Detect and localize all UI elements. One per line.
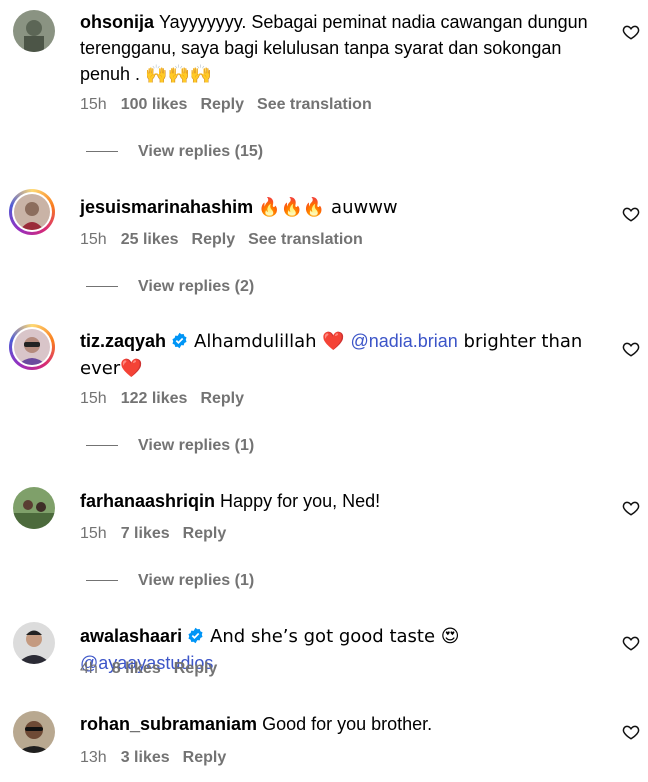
see-translation-button[interactable]: See translation — [248, 231, 363, 248]
likes-count[interactable]: 8 likes — [112, 660, 161, 677]
heart-icon[interactable] — [622, 723, 640, 741]
username[interactable]: awalashaari — [80, 626, 182, 646]
reply-button[interactable]: Reply — [183, 525, 227, 542]
verified-badge-icon — [172, 332, 187, 349]
comment-meta: 13h 3 likes Reply — [80, 749, 239, 767]
username[interactable]: rohan_subramaniam — [80, 714, 257, 734]
reply-button[interactable]: Reply — [200, 96, 244, 113]
view-replies-button[interactable]: View replies (1) — [86, 572, 254, 590]
heart-icon[interactable] — [622, 634, 640, 652]
avatar[interactable] — [13, 487, 55, 529]
avatar[interactable] — [13, 622, 55, 664]
likes-count[interactable]: 3 likes — [121, 749, 170, 766]
mention-link[interactable]: @nadia.brian — [350, 331, 457, 351]
heart-icon[interactable] — [622, 499, 640, 517]
reply-button[interactable]: Reply — [174, 660, 218, 677]
divider — [86, 445, 118, 447]
divider — [86, 580, 118, 582]
likes-count[interactable]: 7 likes — [121, 525, 170, 542]
avatar — [14, 194, 50, 230]
timestamp[interactable]: 15h — [80, 231, 107, 248]
likes-count[interactable]: 122 likes — [121, 390, 188, 407]
view-replies-label: View replies (15) — [138, 143, 264, 160]
reply-button[interactable]: Reply — [200, 390, 244, 407]
timestamp[interactable]: 15h — [80, 390, 107, 407]
avatar — [14, 329, 50, 365]
likes-count[interactable]: 100 likes — [121, 96, 188, 113]
view-replies-label: View replies (2) — [138, 278, 255, 295]
timestamp[interactable]: 4h — [80, 660, 98, 677]
comment-meta: 15h 25 likes Reply See translation — [80, 231, 376, 249]
timestamp[interactable]: 15h — [80, 96, 107, 113]
verified-badge-icon — [188, 627, 203, 644]
divider — [86, 151, 118, 153]
reply-button[interactable]: Reply — [183, 749, 227, 766]
timestamp[interactable]: 13h — [80, 749, 107, 766]
view-replies-label: View replies (1) — [138, 572, 255, 589]
view-replies-button[interactable]: View replies (1) — [86, 437, 254, 455]
comment-text: tiz.zaqyah Alhamdulillah ❤️ @nadia.brian … — [80, 328, 590, 382]
comment-body: Good for you brother. — [262, 714, 433, 734]
username[interactable]: tiz.zaqyah — [80, 331, 166, 351]
comment-body: And she’s got good taste 😍 — [210, 626, 460, 647]
heart-icon[interactable] — [622, 23, 640, 41]
story-ring[interactable] — [9, 324, 55, 370]
comment-text: jesuismarinahashim 🔥🔥🔥 auwww — [80, 194, 590, 221]
username[interactable]: ohsonija — [80, 12, 154, 32]
comment-text: ohsonija Yayyyyyyy. Sebagai peminat nadia… — [80, 9, 590, 87]
comment-body: Happy for you, Ned! — [220, 491, 381, 511]
comment-body: Alhamdulillah ❤️ — [194, 331, 351, 352]
view-replies-label: View replies (1) — [138, 437, 255, 454]
divider — [86, 286, 118, 288]
comment-meta: 15h 7 likes Reply — [80, 525, 239, 543]
comment-meta: 15h 122 likes Reply — [80, 390, 257, 408]
timestamp[interactable]: 15h — [80, 525, 107, 542]
view-replies-button[interactable]: View replies (15) — [86, 143, 263, 161]
view-replies-button[interactable]: View replies (2) — [86, 278, 254, 296]
heart-icon[interactable] — [622, 205, 640, 223]
likes-count[interactable]: 25 likes — [121, 231, 179, 248]
avatar[interactable] — [13, 10, 55, 52]
reply-button[interactable]: Reply — [192, 231, 236, 248]
comment-text: rohan_subramaniam Good for you brother. — [80, 711, 590, 737]
comment-body: 🔥🔥🔥 auwww — [258, 197, 398, 218]
comment-meta: 4h 8 likes Reply — [80, 660, 230, 678]
heart-icon[interactable] — [622, 340, 640, 358]
comment-body: Yayyyyyyy. Sebagai peminat nadia cawanga… — [80, 12, 588, 84]
username[interactable]: farhanaashriqin — [80, 491, 215, 511]
comment-text: farhanaashriqin Happy for you, Ned! — [80, 488, 590, 514]
story-ring[interactable] — [9, 189, 55, 235]
avatar[interactable] — [13, 711, 55, 753]
see-translation-button[interactable]: See translation — [257, 96, 372, 113]
comment-meta: 15h 100 likes Reply See translation — [80, 96, 385, 114]
username[interactable]: jesuismarinahashim — [80, 197, 253, 217]
